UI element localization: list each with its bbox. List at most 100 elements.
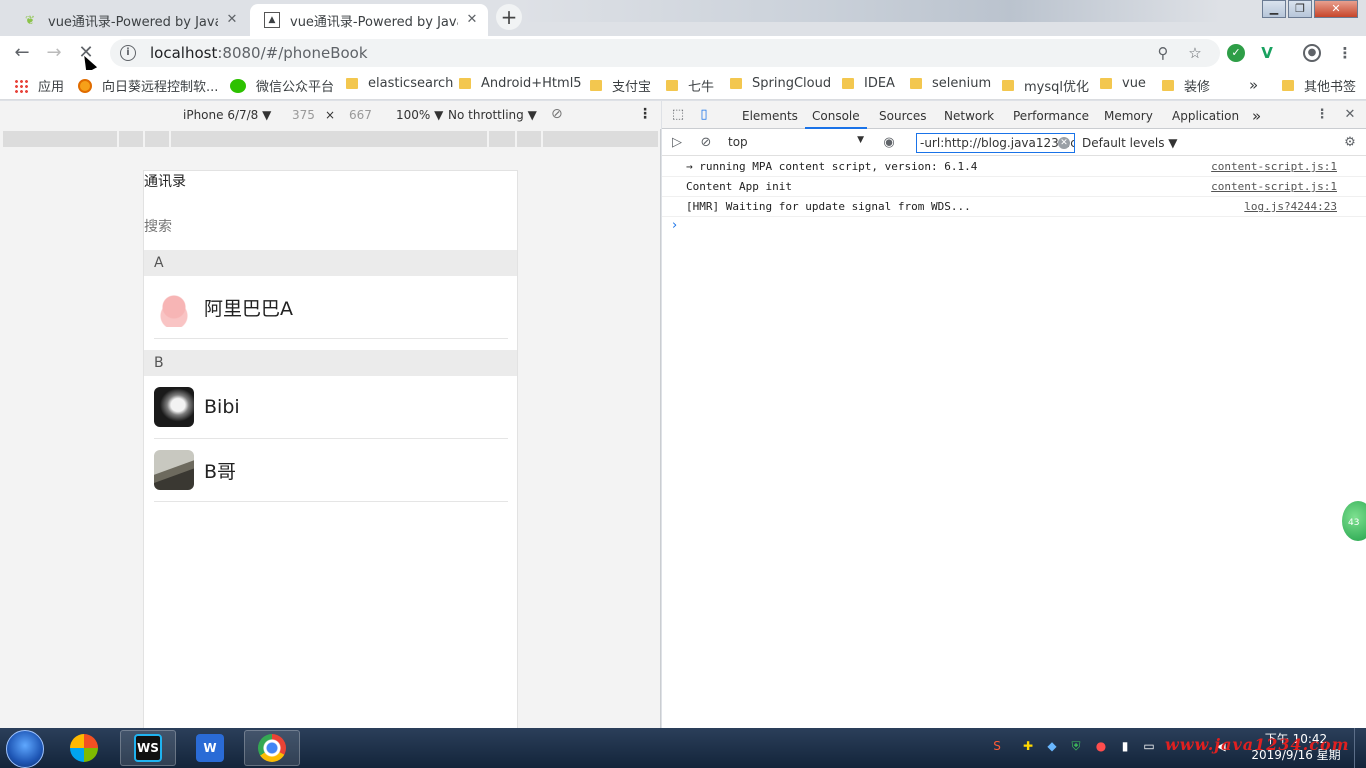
contact-name: B哥 [204,460,237,483]
other-bookmarks[interactable]: 其他书签 [1282,76,1356,95]
tray-device-icon[interactable]: ▮ [1117,738,1133,754]
dropdown-caret-icon: ▼ [857,135,864,145]
devtools-menu-kebab-icon[interactable]: ⋮ [1314,107,1330,123]
media-query-ruler[interactable] [3,131,658,147]
tab-close-icon[interactable]: ✕ [224,12,240,28]
bookmark-folder[interactable]: 七牛 [666,76,714,95]
contact-item[interactable]: Bibi [154,376,508,439]
tray-network-icon[interactable]: ▭ [1141,738,1157,754]
eye-icon[interactable]: ◉ [881,135,897,151]
search-input[interactable] [144,217,517,237]
tab-network[interactable]: Network [944,101,994,129]
tab-sources[interactable]: Sources [879,101,926,129]
source-link[interactable]: content-script.js:1 [1211,177,1337,197]
extension-green-icon[interactable]: ✓ [1227,44,1245,62]
account-icon[interactable]: ● [1303,44,1321,62]
source-link[interactable]: content-script.js:1 [1211,157,1337,177]
bookmark-folder[interactable]: vue [1100,76,1146,91]
contact-item[interactable]: 阿里巴巴A [154,276,508,339]
folder-icon [459,78,471,89]
tray-plus-icon[interactable]: ✚ [1020,738,1036,754]
device-menu-kebab-icon[interactable]: ⋮ [638,106,652,122]
bookmarks-overflow-button[interactable]: » [1249,76,1258,94]
bookmark-folder[interactable]: elasticsearch [346,76,453,91]
pig-avatar [154,287,194,327]
devtools-panel: ⬚ ▯ Elements Console Sources Network Per… [662,101,1366,728]
bookmark-folder[interactable]: 装修 [1162,76,1210,95]
more-tabs-button[interactable]: » [1252,101,1261,129]
device-width[interactable]: 375 [292,108,315,122]
bookmark-folder[interactable]: Android+Html5 [459,76,582,91]
device-height[interactable]: 667 [349,108,372,122]
throttling-select[interactable]: No throttling ▼ [448,108,537,122]
browser-tab-1[interactable]: ❦ vue通讯录-Powered by Java12 ✕ [8,4,248,36]
inspect-element-icon[interactable]: ⬚ [670,107,686,123]
console-message: Content App init content-script.js:1 [662,177,1366,197]
console-prompt[interactable]: › [672,218,677,233]
menu-kebab-icon[interactable]: ⋮ [1336,44,1354,62]
device-viewport: iPhone 6/7/8 ▼ 375 × 667 100% ▼ No throt… [0,101,661,728]
bookmark-folder[interactable]: SpringCloud [730,76,831,91]
tab-performance[interactable]: Performance [1013,101,1089,129]
browser-toolbar: ← → ✕ i localhost:8080/#/phoneBook ⚲ ☆ ✓… [0,36,1366,70]
forward-arrow-icon[interactable]: → [42,41,66,65]
bookmark-wechat[interactable]: 微信公众平台 [230,76,334,95]
vue-devtools-icon[interactable]: V [1258,44,1276,62]
bw-photo-avatar [154,387,194,427]
tray-sougou-icon[interactable]: S [989,738,1005,754]
tray-360-icon[interactable]: ● [1093,738,1109,754]
folder-icon [346,78,358,89]
device-toggle-icon[interactable]: ▯ [696,107,712,123]
console-filter-input[interactable] [916,133,1075,153]
tab-elements[interactable]: Elements [742,101,798,129]
clear-filter-icon[interactable]: ✕ [1058,137,1070,149]
taskbar-app-photos[interactable] [56,730,112,766]
bookmark-folder[interactable]: IDEA [842,76,895,91]
watermark-text: www.java1234.com [1165,735,1350,754]
minimize-icon[interactable]: ▁ [1262,0,1286,18]
tray-shield-icon[interactable]: ⛨ [1068,738,1084,754]
tray-box-icon[interactable]: ◆ [1044,738,1060,754]
bookmark-folder[interactable]: mysql优化 [1002,76,1089,95]
browser-tab-2[interactable]: ▲ vue通讯录-Powered by Java12 ✕ [250,4,488,36]
taskbar-app-ws[interactable]: WS [120,730,176,766]
tab-application[interactable]: Application [1172,101,1239,129]
address-bar[interactable]: i localhost:8080/#/phoneBook [110,39,1220,67]
bookmark-star-icon[interactable]: ☆ [1186,44,1204,62]
contact-item[interactable]: B哥 [154,439,508,502]
bookmark-sunflower[interactable]: 向日葵远程控制软... [78,76,218,95]
start-button-icon[interactable] [6,730,44,768]
device-select[interactable]: iPhone 6/7/8 ▼ [183,108,271,122]
show-desktop-button[interactable] [1354,728,1366,768]
folder-icon [910,78,922,89]
source-link[interactable]: log.js?4244:23 [1244,197,1337,217]
floating-badge[interactable]: 43 [1340,499,1366,543]
tab-memory[interactable]: Memory [1104,101,1153,129]
new-tab-button[interactable]: + [496,4,522,30]
tab-close-icon[interactable]: ✕ [464,12,480,28]
window-controls: ▁ ❐ ✕ [1260,0,1358,18]
clear-console-icon[interactable]: ⊘ [698,135,714,151]
folder-icon [666,80,678,91]
rotate-icon[interactable]: ⊘ [551,106,563,122]
taskbar-app-chrome[interactable] [244,730,300,766]
tab-console[interactable]: Console [805,101,867,129]
taskbar-app-wps[interactable]: W [182,730,238,766]
maximize-icon[interactable]: ❐ [1288,0,1312,18]
window-close-icon[interactable]: ✕ [1314,0,1358,18]
log-levels-select[interactable]: Default levels ▼ [1082,136,1178,150]
devtools-close-icon[interactable]: ✕ [1342,107,1358,123]
sidebar-toggle-icon[interactable]: ▷ [669,135,685,151]
zoom-select[interactable]: 100% ▼ [396,108,443,122]
bookmark-folder[interactable]: 支付宝 [590,76,651,95]
back-arrow-icon[interactable]: ← [10,41,34,65]
leaf-icon: ❦ [24,13,36,27]
context-select[interactable]: top ▼ [728,135,864,149]
console-settings-gear-icon[interactable]: ⚙ [1342,135,1358,151]
device-toolbar: iPhone 6/7/8 ▼ 375 × 667 100% ▼ No throt… [0,101,661,129]
info-icon[interactable]: i [120,45,136,61]
zoom-icon[interactable]: ⚲ [1154,44,1172,62]
phone-screen: 通讯录 A 阿里巴巴A B Bibi B哥 [143,170,518,728]
bookmark-apps[interactable]: 应用 [14,76,64,95]
bookmark-folder[interactable]: selenium [910,76,991,91]
